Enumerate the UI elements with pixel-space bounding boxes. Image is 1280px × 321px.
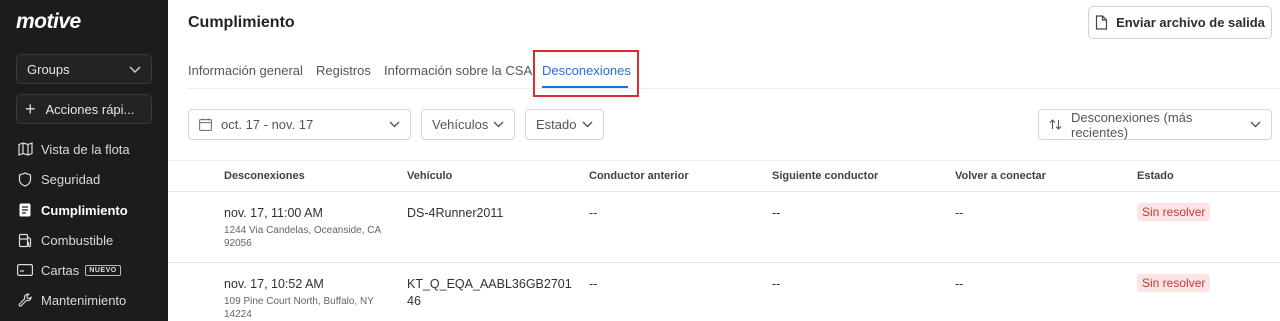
chevron-down-icon xyxy=(129,62,141,77)
sidebar-item-label: Seguridad xyxy=(41,171,101,187)
disconnection-address: 1244 Via Candelas, Oceanside, CA 92056 xyxy=(224,225,381,249)
sidebar-item-label: Cartas xyxy=(41,262,80,278)
vehicle-cell[interactable]: KT_Q_EQA_AABL36GB270146 xyxy=(407,276,572,310)
sidebar-item-maintenance[interactable]: Mantenimiento xyxy=(0,285,168,315)
disconnection-cell: nov. 17, 10:52 AM 109 Pine Court North, … xyxy=(224,276,384,321)
calendar-icon xyxy=(199,118,212,131)
quick-actions-button[interactable]: + Acciones rápi... xyxy=(16,94,152,124)
reconnect-cell: -- xyxy=(955,206,964,220)
map-icon xyxy=(17,141,33,157)
sidebar-item-label: Cumplimiento xyxy=(41,202,128,218)
sidebar: motive Groups + Acciones rápi... Vista d… xyxy=(0,0,168,321)
disconnection-cell: nov. 17, 11:00 AM 1244 Via Candelas, Oce… xyxy=(224,205,384,250)
tab-logs[interactable]: Registros xyxy=(316,63,371,78)
vehicles-filter-label: Vehículos xyxy=(432,117,489,132)
export-label: Enviar archivo de salida xyxy=(1116,15,1265,30)
sidebar-item-label: Mantenimiento xyxy=(41,292,127,308)
fuel-icon xyxy=(17,232,33,248)
sidebar-item-safety[interactable]: Seguridad xyxy=(0,164,168,194)
table-row[interactable]: nov. 17, 11:00 AM 1244 Via Candelas, Oce… xyxy=(168,193,1280,263)
plus-icon: + xyxy=(25,99,36,119)
export-file-button[interactable]: Enviar archivo de salida xyxy=(1088,6,1272,39)
chevron-down-icon xyxy=(493,121,504,128)
reconnect-cell: -- xyxy=(955,277,964,291)
tab-bar: Información general Registros Informació… xyxy=(188,50,1280,97)
column-header-status[interactable]: Estado xyxy=(1137,170,1174,182)
main-content: Cumplimiento Enviar archivo de salida In… xyxy=(168,0,1280,321)
status-filter-label: Estado xyxy=(536,117,577,132)
motive-logo[interactable]: motive xyxy=(16,10,81,34)
highlight-box xyxy=(533,50,639,97)
new-badge: NUEVO xyxy=(85,264,121,276)
groups-label: Groups xyxy=(27,61,70,77)
disconnection-time: nov. 17, 11:00 AM xyxy=(224,206,323,220)
vehicles-filter[interactable]: Vehículos xyxy=(421,109,515,140)
vehicle-cell[interactable]: DS-4Runner2011 xyxy=(407,205,577,222)
sidebar-item-compliance[interactable]: Cumplimiento xyxy=(0,195,168,225)
chevron-down-icon xyxy=(582,121,593,128)
date-range-picker[interactable]: oct. 17 - nov. 17 xyxy=(188,109,411,140)
sidebar-item-fleet-view[interactable]: Vista de la flota xyxy=(0,134,168,164)
status-badge: Sin resolver xyxy=(1137,274,1211,292)
sidebar-item-label: Vista de la flota xyxy=(41,141,130,157)
wrench-icon xyxy=(17,292,33,308)
document-icon xyxy=(17,202,33,218)
next-driver-cell: -- xyxy=(772,206,781,220)
column-header-previous-driver[interactable]: Conductor anterior xyxy=(589,170,689,182)
column-header-next-driver[interactable]: Siguiente conductor xyxy=(772,170,878,182)
status-badge: Sin resolver xyxy=(1137,203,1211,221)
sort-icon xyxy=(1049,118,1062,131)
previous-driver-cell: -- xyxy=(589,206,598,220)
card-icon xyxy=(17,262,33,278)
sidebar-item-fuel[interactable]: Combustible xyxy=(0,225,168,255)
file-export-icon xyxy=(1095,15,1108,30)
status-filter[interactable]: Estado xyxy=(525,109,604,140)
column-header-reconnect[interactable]: Volver a conectar xyxy=(955,170,1046,182)
table-header: Desconexiones Vehículo Conductor anterio… xyxy=(168,160,1280,192)
quick-actions-label: Acciones rápi... xyxy=(45,101,135,117)
sidebar-item-label: Combustible xyxy=(41,232,114,248)
disconnection-address: 109 Pine Court North, Buffalo, NY 14224 xyxy=(224,296,374,320)
tab-csa-info[interactable]: Información sobre la CSA xyxy=(384,63,532,78)
sort-value: Desconexiones (más recientes) xyxy=(1071,109,1193,140)
chevron-down-icon xyxy=(389,121,400,128)
page-title: Cumplimiento xyxy=(188,14,295,31)
column-header-disconnections[interactable]: Desconexiones xyxy=(224,170,305,182)
column-header-vehicle[interactable]: Vehículo xyxy=(407,170,452,182)
chevron-down-icon xyxy=(1250,121,1261,128)
sidebar-item-cards[interactable]: Cartas NUEVO xyxy=(0,255,168,285)
disconnection-time: nov. 17, 10:52 AM xyxy=(224,277,324,291)
sort-dropdown[interactable]: Desconexiones (más recientes) xyxy=(1038,109,1272,140)
next-driver-cell: -- xyxy=(772,277,781,291)
app-root: motive Groups + Acciones rápi... Vista d… xyxy=(0,0,1280,321)
groups-dropdown[interactable]: Groups xyxy=(16,54,152,84)
date-range-value: oct. 17 - nov. 17 xyxy=(221,117,314,132)
previous-driver-cell: -- xyxy=(589,277,598,291)
table-row[interactable]: nov. 17, 10:52 AM 109 Pine Court North, … xyxy=(168,264,1280,321)
tab-overview[interactable]: Información general xyxy=(188,63,303,78)
shield-icon xyxy=(17,171,33,187)
